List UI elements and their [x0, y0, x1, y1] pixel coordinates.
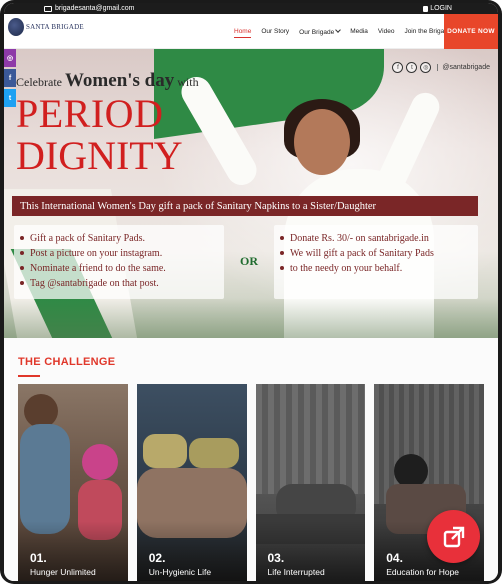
browser-screen: brigadesanta@gmail.com LOGIN SANTA BRIGA…	[4, 3, 498, 581]
gift-instructions-box: Gift a pack of Sanitary Pads. Post a pic…	[14, 225, 224, 299]
top-utility-bar: brigadesanta@gmail.com LOGIN	[4, 3, 498, 14]
tagline-suffix: with	[177, 75, 199, 89]
challenge-cards: 01. Hunger Unlimited 02. Un-Hygienic Lif…	[18, 384, 484, 581]
challenge-card-hunger[interactable]: 01. Hunger Unlimited	[18, 384, 128, 581]
nav-item-home[interactable]: Home	[234, 28, 252, 38]
list-item-continuation: to the needy on your behalf.	[280, 261, 472, 276]
campaign-banner: This International Women's Day gift a pa…	[12, 196, 478, 216]
challenge-card-life-interrupted[interactable]: 03. Life Interrupted	[255, 384, 366, 581]
instagram-icon[interactable]: ◎	[4, 49, 16, 67]
donate-instructions-box: Donate Rs. 30/- on santabrigade.in We wi…	[274, 225, 478, 299]
headline-dignity: DIGNITY	[16, 133, 183, 178]
card-photo-detail	[394, 454, 429, 488]
card-number: 01.	[30, 551, 47, 565]
nav-item-our-story[interactable]: Our Story	[261, 28, 289, 35]
nav-menu: Home Our Story Our Brigade Media Video J…	[234, 14, 451, 49]
card-number: 04.	[386, 551, 403, 565]
list-item: Donate Rs. 30/- on santabrigade.in	[280, 231, 472, 246]
background-trees	[4, 298, 498, 338]
tagline-prefix: Celebrate	[16, 75, 62, 89]
mail-icon	[44, 5, 52, 12]
challenge-card-hygiene[interactable]: 02. Un-Hygienic Life	[136, 384, 247, 581]
card-label: Education for Hope	[386, 567, 460, 577]
donate-now-button[interactable]: DONATE NOW	[444, 14, 498, 49]
headline-period: PERIOD	[16, 91, 164, 136]
site-logo[interactable]: SANTA BRIGADE	[8, 18, 84, 36]
instagram-icon[interactable]: ◎	[420, 62, 432, 73]
girl-face	[294, 109, 350, 175]
email-contact[interactable]: brigadesanta@gmail.com	[44, 3, 134, 14]
logo-emblem-icon	[8, 18, 24, 36]
social-handle[interactable]: @santabrigade	[437, 64, 490, 71]
hero-social-links: f t ◎ @santabrigade	[392, 62, 490, 73]
challenge-section: THE CHALLENGE 01. Hunger Unlimited 02. U…	[4, 338, 498, 581]
list-item: Gift a pack of Sanitary Pads.	[20, 231, 218, 246]
card-photo-detail	[142, 434, 187, 468]
login-link[interactable]: LOGIN	[423, 3, 452, 14]
card-photo-detail	[20, 424, 70, 534]
social-share-rail: ◎ f t	[4, 49, 16, 107]
user-icon	[423, 5, 429, 12]
card-photo-detail	[255, 384, 366, 494]
share-button[interactable]	[427, 510, 480, 563]
card-label: Un-Hygienic Life	[148, 567, 212, 577]
card-label: Life Interrupted	[267, 567, 325, 577]
facebook-icon[interactable]: f	[4, 69, 16, 87]
hero-tagline: Celebrate Women's day with	[16, 70, 199, 92]
card-number: 03.	[267, 551, 285, 565]
section-title: THE CHALLENGE	[18, 356, 116, 368]
nav-item-our-brigade-label: Our Brigade	[299, 28, 335, 36]
main-navbar: SANTA BRIGADE Home Our Story Our Brigade…	[4, 14, 498, 49]
chevron-down-icon	[335, 26, 342, 33]
card-label: Hunger Unlimited	[30, 567, 96, 577]
twitter-icon[interactable]: t	[4, 89, 16, 107]
list-item: Post a picture on your instagram.	[20, 246, 218, 261]
card-photo-detail	[188, 438, 239, 468]
card-photo-detail	[82, 444, 118, 480]
external-link-icon	[443, 526, 464, 547]
nav-item-our-brigade[interactable]: Our Brigade	[299, 26, 342, 36]
list-item-text: to the needy on your behalf.	[290, 263, 403, 274]
login-label: LOGIN	[430, 5, 452, 12]
title-underline	[18, 375, 40, 377]
logo-text: SANTA BRIGADE	[26, 23, 84, 31]
tagline-highlight: Women's day	[64, 70, 175, 91]
list-item: Nominate a friend to do the same.	[20, 261, 218, 276]
nav-item-video[interactable]: Video	[378, 28, 395, 35]
device-frame: brigadesanta@gmail.com LOGIN SANTA BRIGA…	[0, 0, 502, 584]
or-divider: OR	[240, 254, 258, 268]
twitter-icon[interactable]: t	[406, 62, 418, 73]
gift-instructions-list: Gift a pack of Sanitary Pads. Post a pic…	[20, 231, 218, 291]
facebook-icon[interactable]: f	[392, 62, 404, 73]
card-number: 02.	[148, 551, 166, 565]
nav-item-media[interactable]: Media	[350, 28, 368, 35]
list-item: Tag @santabrigade on that post.	[20, 276, 218, 291]
list-item: We will gift a pack of Sanitary Pads	[280, 246, 472, 261]
email-text: brigadesanta@gmail.com	[55, 5, 135, 12]
card-photo-detail	[24, 394, 58, 428]
donate-instructions-list: Donate Rs. 30/- on santabrigade.in We wi…	[280, 231, 472, 276]
